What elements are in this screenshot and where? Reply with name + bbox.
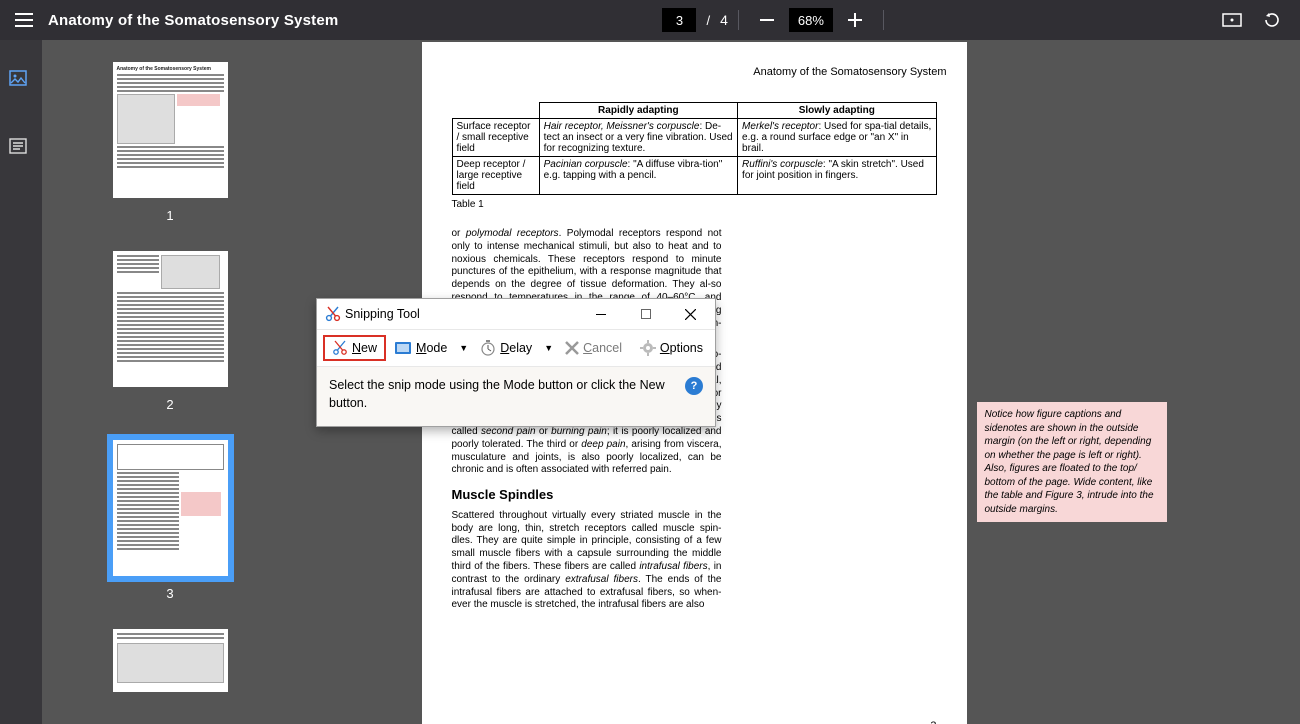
minimize-button[interactable]	[578, 300, 623, 328]
snip-toolbar: New Mode ▼ Delay ▼ Cancel Options	[317, 329, 715, 367]
thumbnail-2[interactable]	[113, 251, 228, 387]
outline-icon	[9, 138, 27, 154]
clock-icon	[480, 340, 496, 356]
snipping-tool-window: Snipping Tool New Mode ▼ Delay ▼ Cancel …	[316, 298, 716, 427]
document-title: Anatomy of the Somatosensory System	[48, 12, 338, 29]
thumbnail-label: 3	[166, 586, 173, 601]
toolbar: Anatomy of the Somatosensory System / 4 …	[0, 0, 1300, 40]
snip-title: Snipping Tool	[345, 307, 420, 321]
fit-page-button[interactable]	[1214, 2, 1250, 38]
page-number-input[interactable]	[662, 8, 696, 32]
cancel-icon	[565, 341, 579, 355]
thumbnail-panel: Anatomy of the Somatosensory System 1 2 …	[42, 40, 298, 724]
fit-icon	[1222, 13, 1242, 27]
delay-dropdown[interactable]: ▼	[540, 343, 557, 353]
new-button[interactable]: New	[323, 335, 386, 361]
image-icon	[9, 70, 27, 86]
snip-titlebar[interactable]: Snipping Tool	[317, 299, 715, 329]
thumbnail-1[interactable]: Anatomy of the Somatosensory System	[113, 62, 228, 198]
mode-dropdown[interactable]: ▼	[455, 343, 472, 353]
scissors-icon	[325, 306, 341, 322]
zoom-value[interactable]: 68%	[789, 8, 833, 32]
side-rail	[0, 40, 42, 724]
help-button[interactable]: ?	[685, 377, 703, 395]
zoom-in-button[interactable]	[837, 2, 873, 38]
snip-hint: Select the snip mode using the Mode butt…	[317, 367, 715, 426]
maximize-icon	[641, 309, 651, 319]
zoom-out-button[interactable]	[749, 2, 785, 38]
mode-button[interactable]: Mode	[388, 338, 453, 358]
close-icon	[685, 309, 696, 320]
maximize-button[interactable]	[623, 300, 668, 328]
thumbnail-label: 2	[166, 397, 173, 412]
sidenote: Notice how figure captions and sidenotes…	[977, 402, 1167, 522]
delay-button[interactable]: Delay	[474, 337, 538, 359]
mode-icon	[394, 341, 412, 355]
gear-icon	[640, 340, 656, 356]
running-head: Anatomy of the Somatosensory System	[452, 66, 947, 78]
plus-icon	[848, 13, 862, 27]
minus-icon	[760, 19, 774, 21]
hamburger-icon	[15, 13, 33, 27]
section-heading: Muscle Spindles	[452, 487, 722, 504]
thumbnail-3[interactable]	[113, 440, 228, 576]
page-number: 3	[930, 720, 936, 724]
table-row: Surface receptor / small receptive field…	[452, 119, 936, 157]
outline-tab[interactable]	[9, 138, 33, 162]
cancel-button: Cancel	[559, 338, 628, 358]
rotate-button[interactable]	[1254, 2, 1290, 38]
menu-button[interactable]	[6, 2, 42, 38]
thumbnail-label: 1	[166, 208, 173, 223]
thumbnails-tab[interactable]	[9, 70, 33, 94]
receptor-table: Rapidly adapting Slowly adapting Surface…	[452, 102, 937, 195]
rotate-icon	[1263, 11, 1281, 29]
table-caption: Table 1	[452, 199, 937, 210]
options-button[interactable]: Options	[634, 337, 709, 359]
table-row: Deep receptor / large receptive field Pa…	[452, 157, 936, 195]
close-button[interactable]	[668, 300, 713, 328]
minimize-icon	[596, 314, 606, 315]
page-total: 4	[720, 12, 728, 28]
scissors-icon	[332, 340, 348, 356]
thumbnail-4[interactable]	[113, 629, 228, 692]
